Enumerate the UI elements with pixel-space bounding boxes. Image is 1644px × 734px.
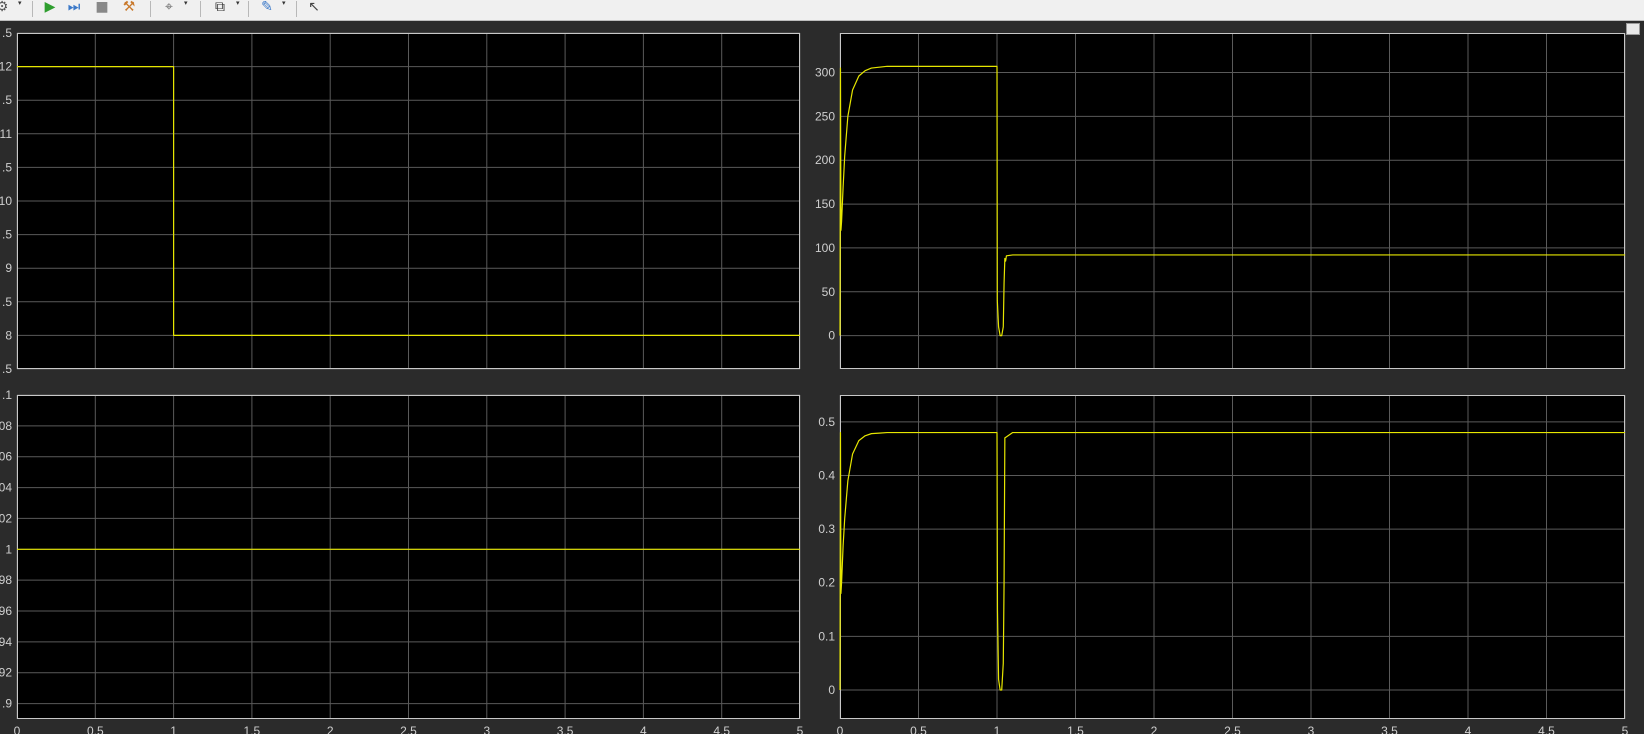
scope-plot-area: .5 8.5 9.5 10.5 11.5 12.5 0 50 100 150 200 250 300.9… (0, 21, 1644, 734)
y-tick-label: .5 (2, 26, 12, 40)
x-tick-label: 0 (837, 724, 844, 734)
x-tick-label: 0 (14, 724, 21, 734)
toolbar-separator (200, 1, 201, 17)
y-tick-label: 0.2 (818, 576, 835, 590)
x-tick-label: 3.5 (1381, 724, 1398, 734)
signal-selector-icon[interactable]: ⌖ (160, 0, 178, 16)
x-tick-label: 0.5 (910, 724, 927, 734)
y-tick-label: 0.5 (818, 415, 835, 429)
step-forward-icon[interactable]: ⏭ (66, 0, 82, 16)
y-tick-label: 0.1 (818, 629, 835, 643)
highlight-icon[interactable]: ⚒ (122, 0, 136, 16)
axes-top-left: .5 8 .5 9 .5 10 .5 11 .5 12 .5 (0, 26, 801, 376)
y-tick-label: .5 (2, 362, 12, 376)
axes-bottom-left: .9 92 94 96 98 1 02 04 06 08 .1 0 0.5 1 1.5 2 2.5 3 3.5 4 4.… (0, 388, 804, 734)
axes-top-right: 0 50 100 150 200 250 300 (815, 33, 1626, 369)
x-tick-label: 4.5 (713, 724, 730, 734)
y-tick-label: 04 (0, 481, 12, 495)
zoom-fit-icon[interactable]: ⧉ (212, 0, 228, 16)
x-tick-label: 1 (170, 724, 177, 734)
x-tick-label: 3.5 (557, 724, 574, 734)
style-icon[interactable]: ✎ (258, 0, 276, 16)
x-tick-label: 2 (1151, 724, 1158, 734)
y-tick-label: 0.4 (818, 468, 835, 482)
undock-button[interactable] (1626, 23, 1640, 35)
x-tick-label: 5 (1622, 724, 1629, 734)
toolbar-separator (248, 1, 249, 17)
toolbar-separator (32, 1, 33, 17)
y-tick-label: .9 (2, 697, 12, 711)
chevron-down-icon[interactable]: ▾ (184, 0, 188, 8)
measurement-icon[interactable]: ↖ (307, 0, 321, 16)
x-tick-label: 5 (797, 724, 804, 734)
x-tick-label: 4 (640, 724, 647, 734)
y-tick-label: 0 (828, 683, 835, 697)
toolbar-separator (150, 1, 151, 17)
y-tick-label: 02 (0, 511, 12, 525)
y-tick-label: 96 (0, 604, 12, 618)
y-tick-label: 0.3 (818, 522, 835, 536)
y-tick-label: 92 (0, 666, 12, 680)
y-tick-label: 94 (0, 635, 12, 649)
x-tick-label: 2.5 (1224, 724, 1241, 734)
y-tick-label: 200 (815, 153, 835, 167)
x-tick-label: 4.5 (1538, 724, 1555, 734)
y-tick-label: 11 (0, 127, 12, 141)
settings-icon[interactable]: ⚙ (0, 0, 10, 16)
axes-bottom-right: 0 0.1 0.2 0.3 0.4 0.5 0 0.5 1 1.5 2 2.5 3 3.5 4 4.5 5 (818, 395, 1629, 734)
x-tick-label: 4 (1465, 724, 1472, 734)
x-tick-label: 1 (994, 724, 1001, 734)
y-tick-label: .1 (2, 388, 12, 402)
y-tick-label: 98 (0, 573, 12, 587)
y-tick-label: 8 (5, 328, 12, 342)
x-tick-label: 2.5 (400, 724, 417, 734)
y-tick-label: 06 (0, 450, 12, 464)
y-tick-label: 300 (815, 65, 835, 79)
y-tick-label: 1 (5, 542, 12, 556)
y-tick-label: 250 (815, 109, 835, 123)
y-tick-label: 0 (828, 329, 835, 343)
y-tick-label: .5 (2, 93, 12, 107)
run-icon[interactable]: ▶ (42, 0, 58, 16)
x-tick-label: 3 (483, 724, 490, 734)
scope-toolbar: ⚙ ▾ ▶ ⏭ ■ ⚒ ⌖ ▾ ⧉ ▾ ✎ ▾ ↖ (0, 0, 1644, 21)
y-tick-label: 9 (5, 261, 12, 275)
scope-plots: .58.59.510.511.512.5050100150200250300.9… (0, 26, 1629, 734)
toolbar-separator (296, 1, 297, 17)
y-tick-label: 50 (822, 285, 836, 299)
y-tick-label: 08 (0, 419, 12, 433)
y-tick-label: .5 (2, 295, 12, 309)
stop-icon[interactable]: ■ (94, 0, 110, 16)
chevron-down-icon[interactable]: ▾ (282, 0, 286, 8)
x-tick-label: 1.5 (1067, 724, 1084, 734)
y-tick-label: 10 (0, 194, 12, 208)
y-tick-label: 100 (815, 241, 835, 255)
y-tick-label: 150 (815, 197, 835, 211)
x-tick-label: 0.5 (87, 724, 104, 734)
x-tick-label: 2 (327, 724, 334, 734)
y-tick-label: .5 (2, 160, 12, 174)
x-tick-label: 3 (1308, 724, 1315, 734)
x-tick-label: 1.5 (244, 724, 261, 734)
y-tick-label: 12 (0, 60, 12, 74)
chevron-down-icon[interactable]: ▾ (18, 0, 22, 8)
y-tick-label: .5 (2, 228, 12, 242)
chevron-down-icon[interactable]: ▾ (236, 0, 240, 8)
